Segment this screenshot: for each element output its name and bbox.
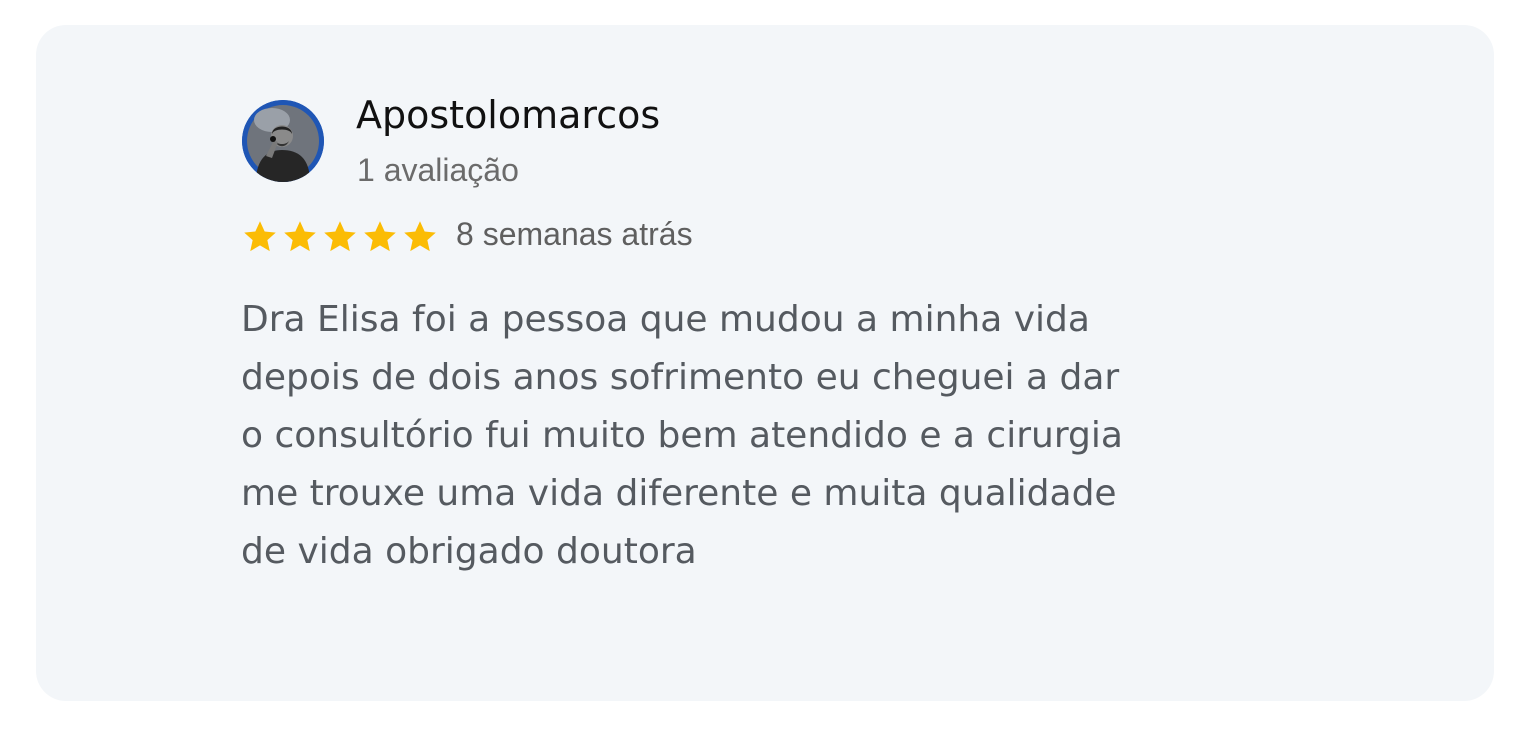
star-rating <box>242 218 438 256</box>
review-text: Dra Elisa foi a pessoa que mudou a minha… <box>241 299 1123 572</box>
author-name[interactable]: Apostolomarcos <box>356 93 660 137</box>
star-icon <box>284 221 316 252</box>
avatar[interactable] <box>242 100 324 182</box>
star-icon <box>244 221 276 252</box>
review-card: Apostolomarcos 1 avaliação 8 semanas atr… <box>36 25 1494 701</box>
avatar-photo <box>242 100 324 182</box>
review-count: 1 avaliação <box>357 152 519 188</box>
star-icon <box>324 221 356 252</box>
star-icon <box>364 221 396 252</box>
star-icon <box>404 221 436 252</box>
review-date: 8 semanas atrás <box>456 216 693 252</box>
